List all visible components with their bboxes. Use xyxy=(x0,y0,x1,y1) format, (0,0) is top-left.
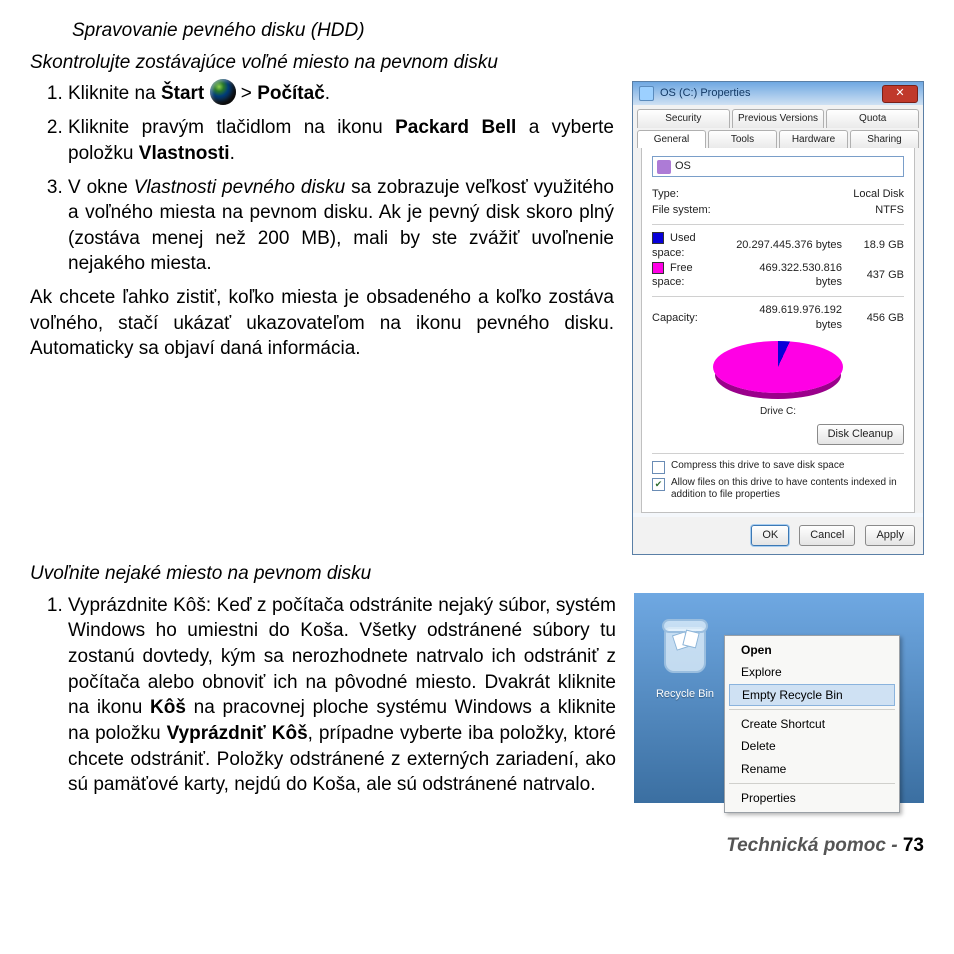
volume-icon xyxy=(657,160,671,174)
drive-name-input[interactable]: OS xyxy=(652,156,904,177)
capacity-gb: 456 GB xyxy=(850,311,904,326)
apply-button[interactable]: Apply xyxy=(865,525,915,546)
compress-checkbox[interactable]: Compress this drive to save disk space xyxy=(652,460,904,474)
close-icon[interactable]: ✕ xyxy=(882,85,918,103)
dialog-titlebar: OS (C:) Properties ✕ xyxy=(633,82,923,105)
ctx-rename[interactable]: Rename xyxy=(727,758,897,780)
subsection-heading: Skontrolujte zostávajúce voľné miesto na… xyxy=(30,50,924,76)
capacity-label: Capacity: xyxy=(652,311,724,326)
free-bytes: 469.322.530.816 bytes xyxy=(732,261,842,291)
ctx-open[interactable]: Open xyxy=(727,639,897,661)
computer-label: Počítač xyxy=(257,83,325,104)
used-bytes: 20.297.445.376 bytes xyxy=(732,238,842,253)
ctx-create-shortcut[interactable]: Create Shortcut xyxy=(727,713,897,735)
ok-button[interactable]: OK xyxy=(751,525,789,546)
tab-quota[interactable]: Quota xyxy=(826,109,919,128)
filesystem-label: File system: xyxy=(652,203,711,218)
index-checkbox[interactable]: ✔Allow files on this drive to have conte… xyxy=(652,477,904,501)
page-footer: Technická pomoc - 73 xyxy=(30,833,924,859)
tab-sharing[interactable]: Sharing xyxy=(850,130,919,149)
drive-icon xyxy=(639,86,654,101)
tab-security[interactable]: Security xyxy=(637,109,730,128)
ctx-properties[interactable]: Properties xyxy=(727,787,897,809)
ctx-explore[interactable]: Explore xyxy=(727,661,897,683)
disk-usage-pie xyxy=(713,341,843,403)
tab-general[interactable]: General xyxy=(637,130,706,149)
tab-previous-versions[interactable]: Previous Versions xyxy=(732,109,825,128)
ctx-delete[interactable]: Delete xyxy=(727,735,897,757)
disk-cleanup-button[interactable]: Disk Cleanup xyxy=(817,424,904,445)
properties-dialog: OS (C:) Properties ✕ Security Previous V… xyxy=(632,81,924,555)
type-label: Type: xyxy=(652,187,679,202)
footer-label: Technická pomoc - xyxy=(726,835,897,856)
recycle-bin-label: Recycle Bin xyxy=(652,687,718,702)
used-swatch xyxy=(652,232,664,244)
recycle-bin-icon[interactable] xyxy=(662,627,708,683)
filesystem-value: NTFS xyxy=(875,203,904,218)
cancel-button[interactable]: Cancel xyxy=(799,525,855,546)
capacity-bytes: 489.619.976.192 bytes xyxy=(732,303,842,333)
type-value: Local Disk xyxy=(853,187,904,202)
start-label: Štart xyxy=(161,83,204,104)
tab-tools[interactable]: Tools xyxy=(708,130,777,149)
tab-hardware[interactable]: Hardware xyxy=(779,130,848,149)
page-number: 73 xyxy=(903,835,924,856)
windows-orb-icon xyxy=(210,79,236,105)
subsection-heading-2: Uvoľnite nejaké miesto na pevnom disku xyxy=(30,561,924,587)
drive-label: Drive C: xyxy=(652,405,904,419)
used-gb: 18.9 GB xyxy=(850,238,904,253)
dialog-title: OS (C:) Properties xyxy=(660,86,750,101)
free-swatch xyxy=(652,262,664,274)
section-heading: Spravovanie pevného disku (HDD) xyxy=(72,18,924,44)
ctx-empty-recycle-bin[interactable]: Empty Recycle Bin xyxy=(729,684,895,706)
context-menu: Open Explore Empty Recycle Bin Create Sh… xyxy=(724,635,900,813)
free-gb: 437 GB xyxy=(850,268,904,283)
drive-name: OS xyxy=(675,159,691,174)
recycle-bin-screenshot: Recycle Bin Open Explore Empty Recycle B… xyxy=(634,593,924,803)
